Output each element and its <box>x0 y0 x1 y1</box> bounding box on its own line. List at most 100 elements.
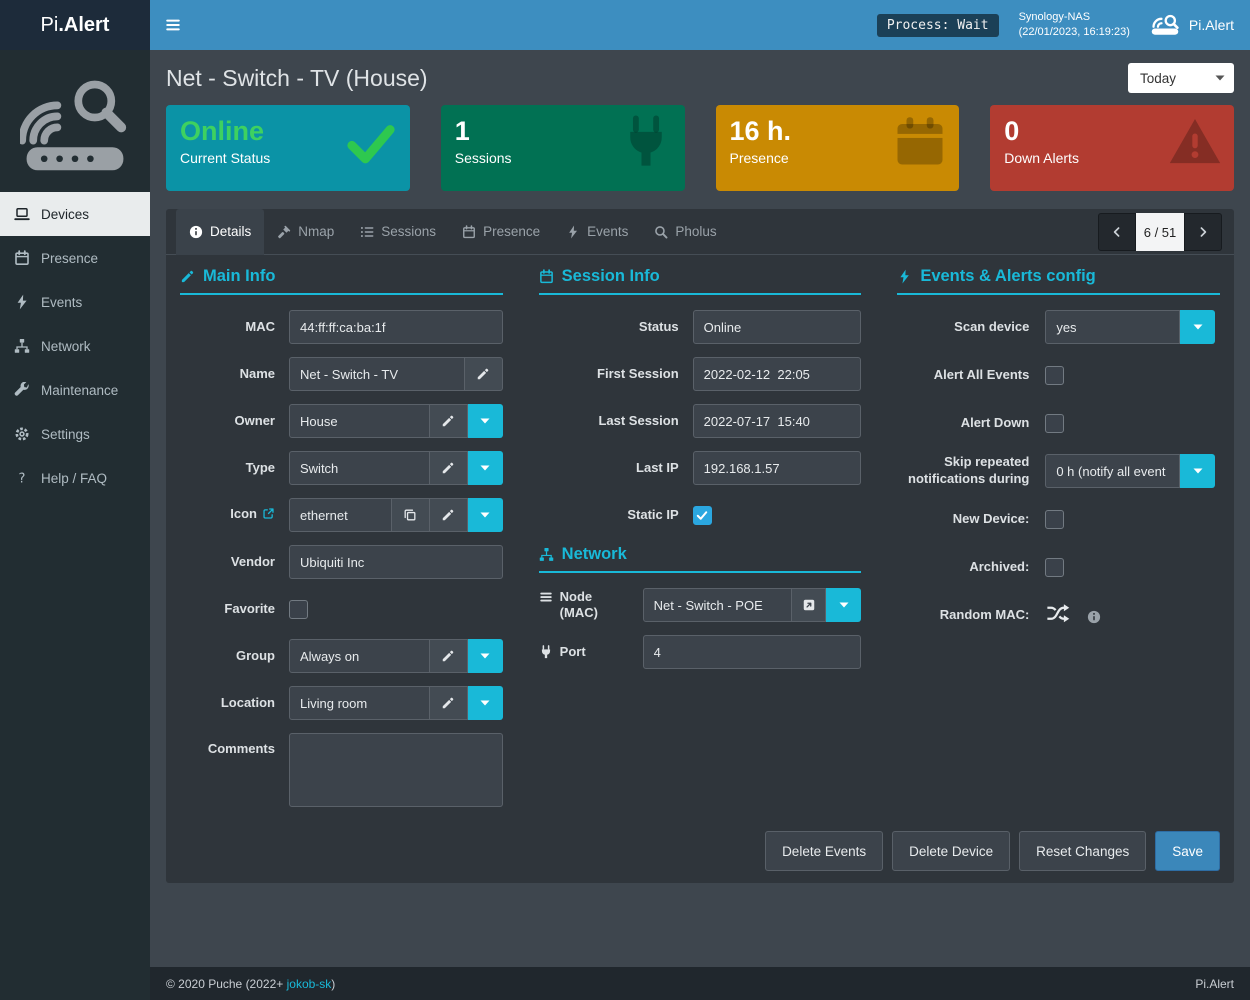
location-input[interactable] <box>289 686 430 720</box>
last-ip-input[interactable] <box>693 451 862 485</box>
node-open-button[interactable] <box>792 588 826 622</box>
node-input[interactable] <box>643 588 793 622</box>
external-link-icon[interactable] <box>262 508 275 523</box>
scan-device-dropdown-button[interactable] <box>1180 310 1215 344</box>
caret-down-icon <box>839 602 849 608</box>
field-row-type: Type <box>180 451 503 485</box>
owner-edit-button[interactable] <box>430 404 468 438</box>
skip-notifications-dropdown-button[interactable] <box>1180 454 1215 488</box>
scan-device-select[interactable] <box>1045 310 1180 344</box>
nas-name: Synology-NAS <box>1019 10 1130 25</box>
field-row-mac: MAC <box>180 310 503 344</box>
sidebar-item-events[interactable]: Events <box>0 280 150 324</box>
tab-sessions[interactable]: Sessions <box>347 209 449 255</box>
status-input[interactable] <box>693 310 862 344</box>
alert-all-label: Alert All Events <box>897 367 1029 384</box>
delete-events-button[interactable]: Delete Events <box>765 831 883 871</box>
list-icon <box>360 225 374 239</box>
icon-edit-button[interactable] <box>430 498 468 532</box>
location-dropdown-button[interactable] <box>468 686 503 720</box>
time-range-select[interactable]: Today <box>1128 63 1234 93</box>
pencil-icon <box>441 649 455 663</box>
mac-input[interactable] <box>289 310 503 344</box>
tab-pholus[interactable]: Pholus <box>641 209 729 255</box>
footer-author-link[interactable]: jokob-sk <box>287 977 332 991</box>
content-spacer <box>150 883 1250 967</box>
caret-down-icon <box>480 512 490 518</box>
field-row-node: Node (MAC) <box>539 588 862 622</box>
type-dropdown-button[interactable] <box>468 451 503 485</box>
static-ip-checkbox[interactable] <box>693 506 712 525</box>
sidebar-item-devices[interactable]: Devices <box>0 192 150 236</box>
question-icon <box>13 470 31 486</box>
type-input[interactable] <box>289 451 430 485</box>
archived-checkbox[interactable] <box>1045 558 1064 577</box>
brand-logo[interactable]: Pi.Alert <box>0 0 150 50</box>
tab-events[interactable]: Events <box>553 209 641 255</box>
icon-copy-button[interactable] <box>392 498 430 532</box>
caret-down-icon <box>480 700 490 706</box>
tab-details[interactable]: Details <box>176 209 264 255</box>
icon-label: Icon <box>180 506 275 525</box>
alert-all-checkbox[interactable] <box>1045 366 1064 385</box>
group-input[interactable] <box>289 639 430 673</box>
icon-dropdown-button[interactable] <box>468 498 503 532</box>
name-input[interactable] <box>289 357 465 391</box>
save-button[interactable]: Save <box>1155 831 1220 871</box>
prev-device-button[interactable] <box>1098 213 1136 251</box>
owner-dropdown-button[interactable] <box>468 404 503 438</box>
reset-changes-button[interactable]: Reset Changes <box>1019 831 1146 871</box>
field-row-favorite: Favorite <box>180 592 503 626</box>
tab-nmap[interactable]: Nmap <box>264 209 347 255</box>
tab-presence[interactable]: Presence <box>449 209 553 255</box>
hammer-icon <box>277 225 291 239</box>
field-row-last-ip: Last IP <box>539 451 862 485</box>
node-dropdown-button[interactable] <box>826 588 861 622</box>
delete-device-button[interactable]: Delete Device <box>892 831 1010 871</box>
comments-textarea[interactable] <box>289 733 503 807</box>
shuffle-icon[interactable] <box>1045 603 1071 628</box>
icon-input[interactable] <box>289 498 392 532</box>
name-edit-button[interactable] <box>465 357 503 391</box>
tab-label: Details <box>210 224 251 239</box>
field-row-archived: Archived: <box>897 550 1220 584</box>
owner-input[interactable] <box>289 404 430 438</box>
navbar: Process: Wait Synology-NAS (22/01/2023, … <box>150 0 1250 50</box>
group-edit-button[interactable] <box>430 639 468 673</box>
plug-icon <box>619 115 673 174</box>
last-session-input[interactable] <box>693 404 862 438</box>
skip-notifications-select[interactable] <box>1045 454 1180 488</box>
copy-icon <box>403 508 417 522</box>
card-down-alerts[interactable]: 0 Down Alerts <box>990 105 1234 191</box>
favorite-checkbox[interactable] <box>289 600 308 619</box>
port-input[interactable] <box>643 635 862 669</box>
next-device-button[interactable] <box>1184 213 1222 251</box>
owner-label: Owner <box>180 413 275 430</box>
new-device-checkbox[interactable] <box>1045 510 1064 529</box>
card-sessions[interactable]: 1 Sessions <box>441 105 685 191</box>
sidebar-item-settings[interactable]: Settings <box>0 412 150 456</box>
sidebar-toggle-button[interactable] <box>150 0 196 50</box>
sidebar-item-maintenance[interactable]: Maintenance <box>0 368 150 412</box>
vendor-label: Vendor <box>180 554 275 571</box>
first-session-label: First Session <box>539 366 679 383</box>
sidebar-item-help[interactable]: Help / FAQ <box>0 456 150 500</box>
sidebar-item-network[interactable]: Network <box>0 324 150 368</box>
card-presence[interactable]: 16 h. Presence <box>716 105 960 191</box>
type-edit-button[interactable] <box>430 451 468 485</box>
section-title-text: Events & Alerts config <box>920 267 1095 286</box>
card-current-status[interactable]: Online Current Status <box>166 105 410 191</box>
pencil-icon <box>180 269 195 284</box>
vendor-input[interactable] <box>289 545 503 579</box>
nas-timestamp: (22/01/2023, 16:19:23) <box>1019 25 1130 40</box>
alert-down-checkbox[interactable] <box>1045 414 1064 433</box>
group-dropdown-button[interactable] <box>468 639 503 673</box>
field-row-status: Status <box>539 310 862 344</box>
pencil-icon <box>476 367 490 381</box>
location-edit-button[interactable] <box>430 686 468 720</box>
info-icon[interactable] <box>1087 610 1101 629</box>
bolt-icon <box>897 269 912 284</box>
sidebar-item-presence[interactable]: Presence <box>0 236 150 280</box>
first-session-input[interactable] <box>693 357 862 391</box>
summary-cards: Online Current Status 1 Sessions 16 h. P… <box>150 103 1250 191</box>
